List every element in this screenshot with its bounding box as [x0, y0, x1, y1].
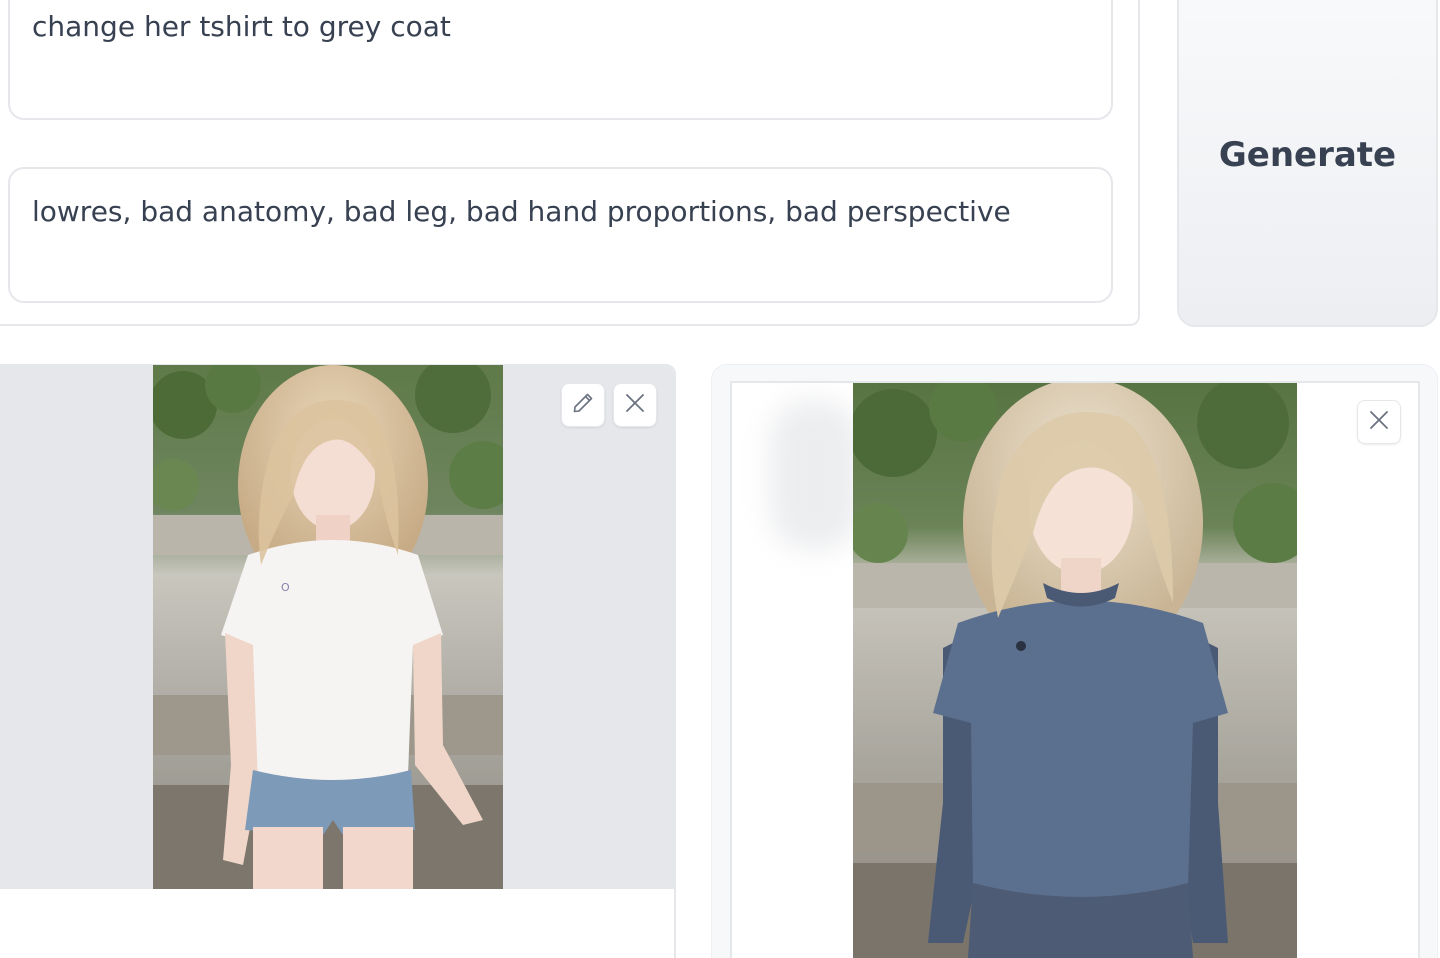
image-edit-app: change her tshirt to grey coat lowres, b…	[0, 0, 1440, 958]
clear-input-image-button[interactable]	[613, 383, 657, 427]
generate-button[interactable]: Generate	[1177, 0, 1438, 327]
output-photo[interactable]	[853, 383, 1297, 958]
svg-text:O: O	[281, 581, 290, 594]
clear-output-image-button[interactable]	[1357, 400, 1401, 444]
input-image-panel: O	[0, 364, 676, 958]
prompt-textarea[interactable]: change her tshirt to grey coat	[8, 0, 1113, 120]
negative-prompt-text: lowres, bad anatomy, bad leg, bad hand p…	[32, 195, 1011, 228]
negative-prompt-textarea[interactable]: lowres, bad anatomy, bad leg, bad hand p…	[8, 167, 1113, 303]
edit-image-button[interactable]	[561, 383, 605, 427]
prompt-text: change her tshirt to grey coat	[32, 10, 451, 43]
pencil-icon	[571, 391, 595, 419]
close-icon	[1368, 409, 1390, 435]
close-icon	[624, 392, 646, 418]
loading-shimmer	[770, 400, 860, 550]
generate-button-label: Generate	[1218, 134, 1397, 175]
prompt-panel: change her tshirt to grey coat lowres, b…	[0, 0, 1140, 326]
input-image-area[interactable]: O	[0, 364, 674, 889]
input-photo: O	[153, 365, 503, 889]
